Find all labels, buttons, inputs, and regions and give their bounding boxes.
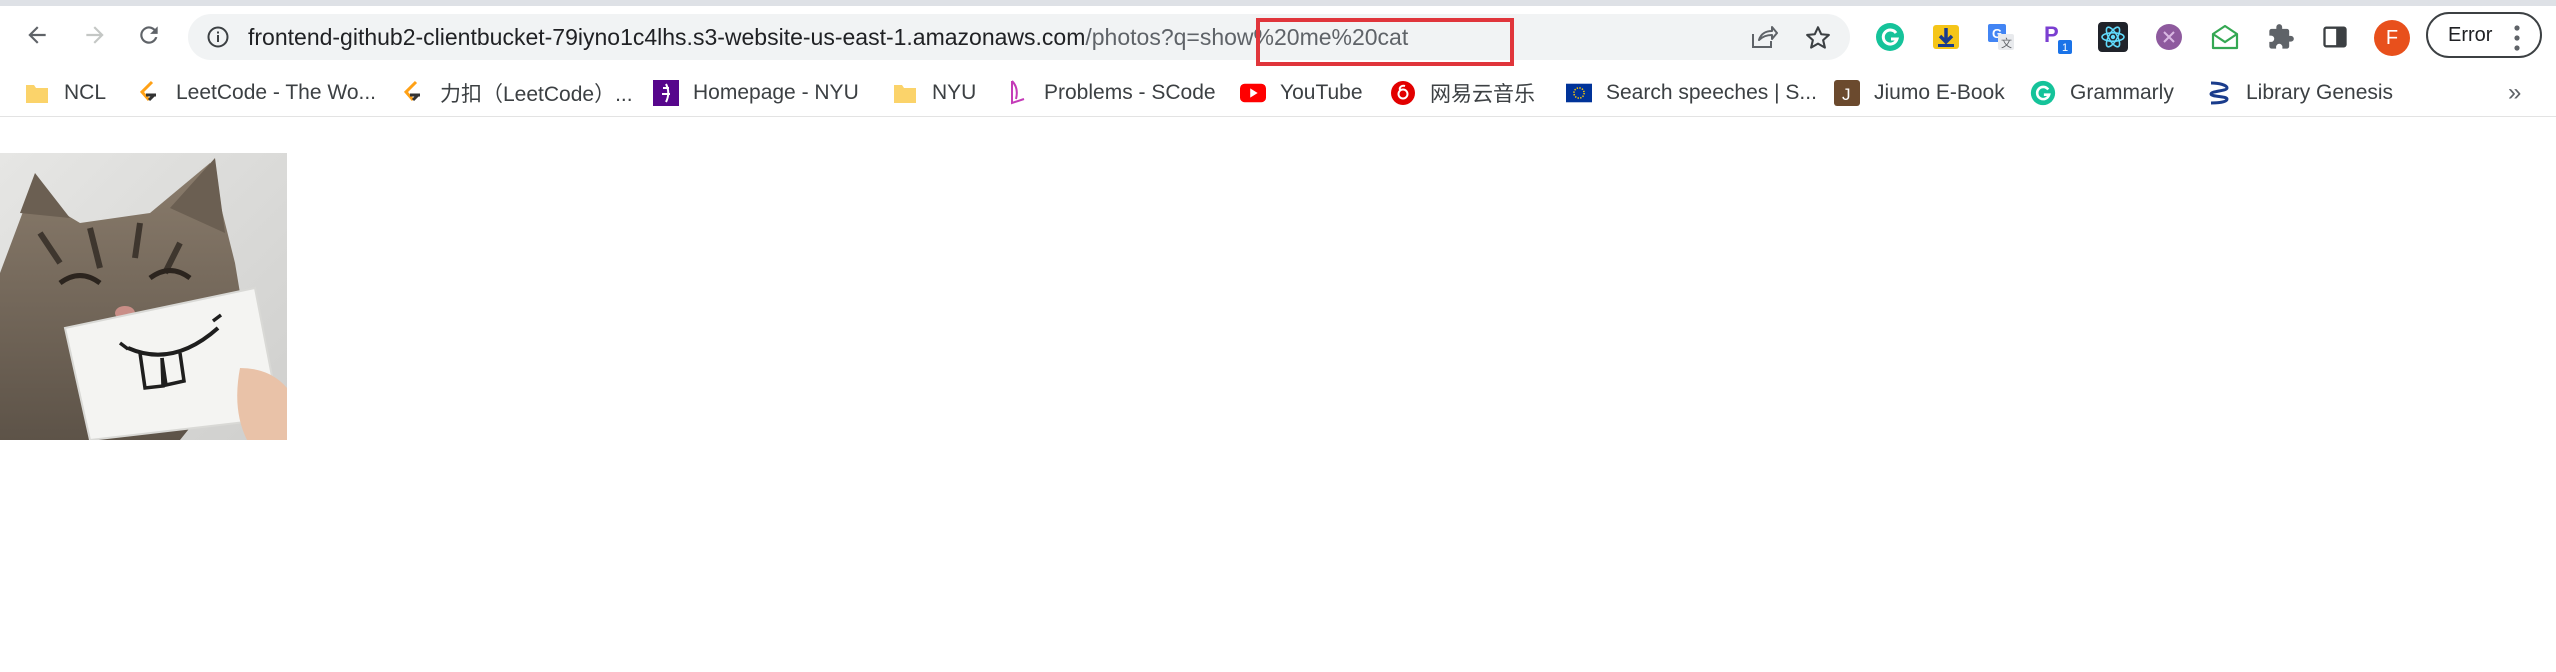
eu-flag-icon — [1566, 80, 1592, 106]
netease-music-icon — [1390, 80, 1416, 106]
error-button[interactable]: Error — [2426, 12, 2542, 58]
back-button[interactable] — [16, 14, 58, 56]
url-path: /photos?q= — [1085, 24, 1200, 50]
bookmark-label: YouTube — [1280, 81, 1363, 104]
reload-icon — [140, 26, 158, 44]
libgen-icon — [2206, 80, 2232, 106]
arrow-left-icon — [28, 26, 46, 44]
bookmark-leetcode[interactable]: LeetCode - The Wo... — [136, 70, 376, 116]
svg-text:J: J — [1842, 85, 1851, 104]
cat-photo — [0, 153, 287, 442]
grammarly-extension-icon[interactable] — [1873, 20, 1907, 54]
bookmark-star-icon[interactable] — [1804, 24, 1832, 57]
folder-icon — [892, 80, 918, 106]
bookmark-grammarly[interactable]: Grammarly — [2030, 70, 2174, 116]
download-extension-icon[interactable] — [1929, 20, 1963, 54]
reload-button[interactable] — [128, 14, 170, 56]
bookmark-label: Problems - SCode — [1044, 81, 1216, 104]
nyu-icon — [653, 80, 679, 106]
error-label: Error — [2448, 23, 2493, 46]
react-devtools-extension-icon[interactable] — [2096, 20, 2130, 54]
bookmark-label: 网易云音乐 — [1430, 83, 1535, 106]
url-host: frontend-github2-clientbucket-79iyno1c4l… — [248, 24, 1086, 50]
bookmark-label: NYU — [932, 81, 977, 104]
bookmark-label: Grammarly — [2070, 81, 2174, 104]
profile-avatar[interactable]: F — [2374, 20, 2410, 56]
bookmark-jiumo[interactable]: J Jiumo E-Book — [1834, 70, 2005, 116]
jiumo-icon: J — [1834, 80, 1860, 106]
bookmark-scode[interactable]: Problems - SCode — [1004, 70, 1216, 116]
mail-extension-icon[interactable] — [2208, 20, 2242, 54]
grammarly-icon — [2030, 80, 2056, 106]
bookmark-youtube[interactable]: YouTube — [1240, 70, 1363, 116]
url-text[interactable]: frontend-github2-clientbucket-79iyno1c4l… — [248, 14, 1408, 60]
more-bookmarks-chevron-icon[interactable]: » — [2508, 70, 2521, 116]
svg-text:1: 1 — [2062, 42, 2068, 54]
forward-button[interactable] — [74, 14, 116, 56]
google-translate-extension-icon[interactable]: G文 — [1984, 20, 2018, 54]
site-info-icon[interactable] — [206, 25, 230, 54]
scode-icon — [1004, 80, 1030, 106]
bookmark-label: Library Genesis — [2246, 81, 2394, 104]
purple-circle-extension-icon[interactable] — [2152, 20, 2186, 54]
svg-text:文: 文 — [2001, 36, 2012, 50]
browser-toolbar: frontend-github2-clientbucket-79iyno1c4l… — [0, 6, 2556, 66]
bookmark-homepage-nyu[interactable]: Homepage - NYU — [653, 70, 859, 116]
side-panel-icon[interactable] — [2318, 20, 2352, 54]
bookmark-netease-music[interactable]: 网易云音乐 — [1390, 70, 1535, 116]
bookmark-label: LeetCode - The Wo... — [176, 81, 377, 104]
bookmark-leetcode-cn[interactable]: 力扣（LeetCode）... — [400, 70, 633, 116]
folder-icon — [24, 80, 50, 106]
bookmark-label: NCL — [64, 81, 107, 104]
kebab-menu-icon[interactable] — [2514, 24, 2520, 52]
share-icon[interactable] — [1750, 24, 1778, 55]
bookmark-search-speeches[interactable]: Search speeches | S... — [1566, 70, 1817, 116]
extensions-puzzle-icon[interactable] — [2264, 20, 2298, 54]
svg-text:P: P — [2044, 22, 2059, 47]
bookmark-label: 力扣（LeetCode）... — [440, 83, 633, 106]
bookmark-nyu[interactable]: NYU — [892, 70, 976, 116]
leetcode-icon — [136, 80, 162, 106]
p-extension-icon[interactable]: P1 — [2040, 20, 2074, 54]
bookmark-library-genesis[interactable]: Library Genesis — [2206, 70, 2393, 116]
arrow-right-icon — [86, 26, 104, 44]
bookmark-label: Homepage - NYU — [693, 81, 859, 104]
bookmark-ncl[interactable]: NCL — [24, 70, 106, 116]
query-highlight-box — [1256, 18, 1514, 66]
leetcode-cn-icon — [400, 80, 426, 106]
bookmark-label: Jiumo E-Book — [1874, 81, 2005, 104]
bookmarks-bar: NCL LeetCode - The Wo... 力扣（LeetCode）...… — [0, 70, 2556, 117]
youtube-icon — [1240, 80, 1266, 106]
address-bar[interactable]: frontend-github2-clientbucket-79iyno1c4l… — [188, 14, 1850, 60]
bookmark-label: Search speeches | S... — [1606, 81, 1817, 104]
